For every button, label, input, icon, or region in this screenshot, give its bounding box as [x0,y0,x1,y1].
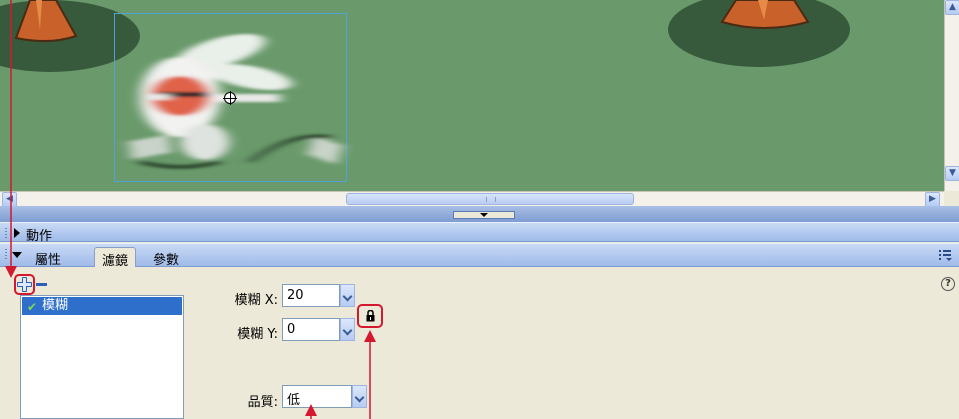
tab-filters[interactable]: 濾鏡 [94,247,137,269]
quality-label: 品質: [247,395,278,410]
quality-select[interactable]: 低 [282,385,352,408]
blur-x-label: 模糊 X: [234,293,278,308]
check-icon[interactable]: ✔ [27,298,37,316]
filters-panel: ✔ 模糊 模糊 X: 20 模糊 Y: 0 品質: 低 ? [0,267,959,419]
collapse-panel-toggle[interactable] [453,211,515,219]
blur-x-dropdown-button[interactable] [340,284,355,307]
help-icon[interactable]: ? [941,277,955,291]
panel-grip-icon[interactable] [4,248,8,261]
blur-x-field[interactable]: 20 [282,284,340,307]
panel-splitter[interactable] [0,206,959,222]
horizontal-scroll-thumb[interactable] [346,193,634,205]
options-menu-icon[interactable] [938,248,954,262]
actions-panel-header[interactable]: 動作 [0,222,959,244]
expand-arrow-icon[interactable] [14,228,20,238]
tab-parameters[interactable]: 參數 [146,247,186,268]
add-filter-highlight [14,274,35,295]
registration-point-icon[interactable] [223,91,237,105]
actions-panel-title: 動作 [26,229,53,244]
scroll-left-button[interactable]: ◀ [2,192,17,207]
cone-right [720,0,810,29]
scroll-down-button[interactable]: ▼ [945,166,959,181]
panel-grip-icon[interactable] [4,227,8,240]
scrollbar-corner [944,191,959,206]
collapse-arrow-icon[interactable] [12,252,22,258]
vertical-scrollbar[interactable]: ▲ ▼ [944,0,959,191]
lock-icon [366,310,375,322]
tab-properties[interactable]: 屬性 [28,247,68,268]
scroll-right-button[interactable]: ▶ [925,192,940,207]
filter-list[interactable]: ✔ 模糊 [20,295,184,419]
quality-dropdown-button[interactable] [352,385,367,408]
blur-y-dropdown-button[interactable] [340,318,355,341]
blur-y-field[interactable]: 0 [282,318,340,341]
stage-canvas[interactable] [0,0,944,191]
filter-name: 模糊 [42,298,69,313]
list-item[interactable]: ✔ 模糊 [22,297,182,315]
properties-panel-header[interactable]: 屬性 濾鏡 參數 [0,243,959,269]
scroll-up-button[interactable]: ▲ [945,0,959,15]
minus-icon[interactable] [36,283,47,286]
horizontal-scrollbar[interactable]: ◀ ▶ [0,191,944,207]
cone-left [14,0,78,42]
blur-y-label: 模糊 Y: [237,327,278,342]
constrain-lock-button[interactable] [357,304,383,328]
